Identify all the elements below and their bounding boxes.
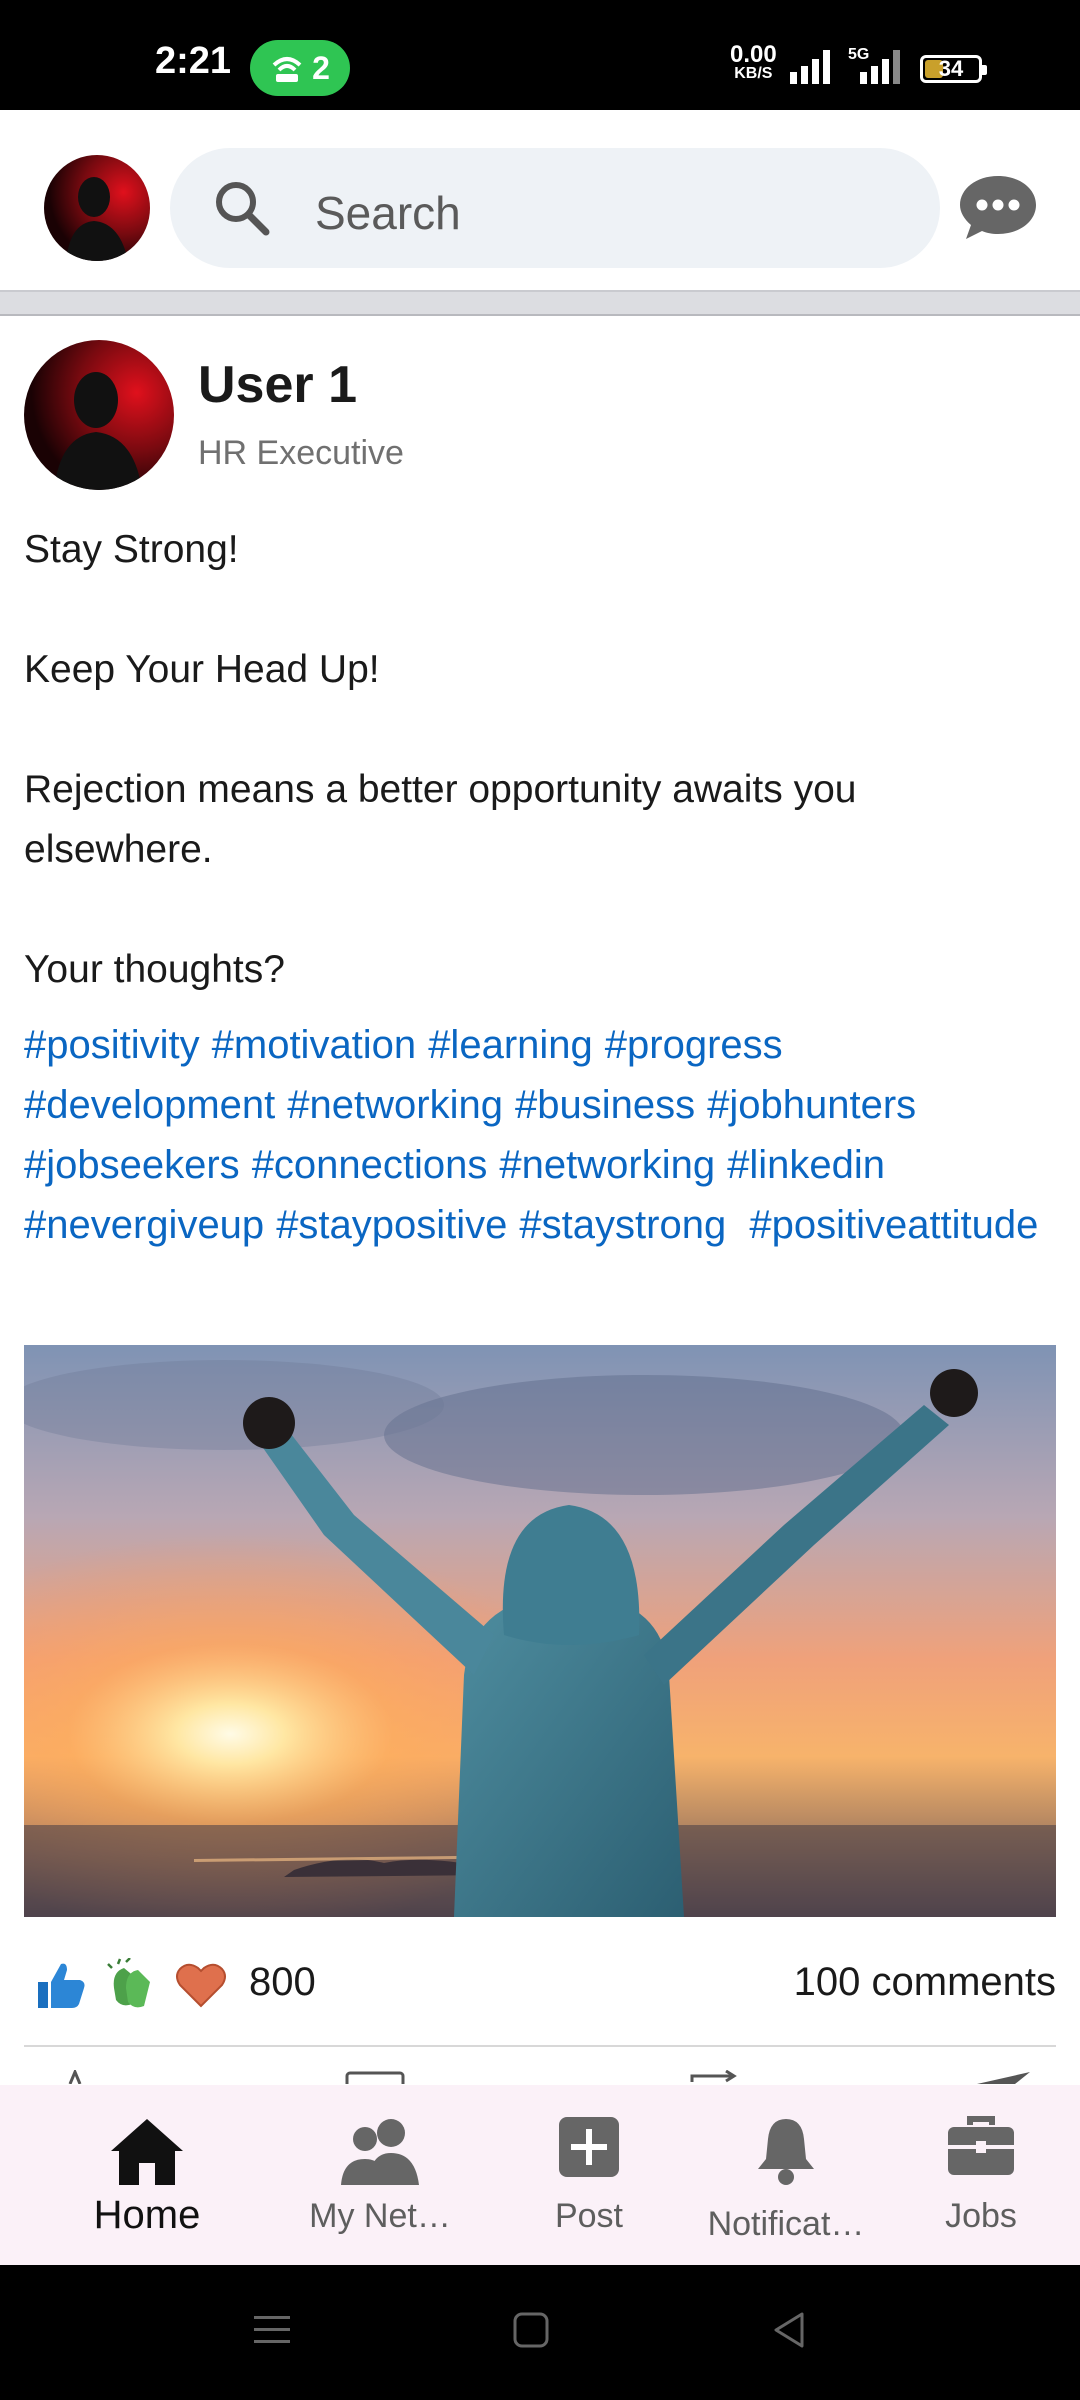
hashtag-link[interactable]: #staypositive [276,1195,507,1255]
post-body: Stay Strong! Keep Your Head Up! Rejectio… [24,520,1054,1000]
reaction-count[interactable]: 800 [249,1960,316,2005]
post-line: Keep Your Head Up! [24,648,380,691]
hashtag-link[interactable]: #development [24,1075,275,1135]
avatar-image [44,155,150,261]
battery-level: 34 [938,56,964,81]
profile-avatar[interactable] [44,155,150,261]
repost-action-icon[interactable] [690,2070,740,2084]
hashtag-link[interactable]: #positiveattitude [749,1195,1038,1255]
nav-label-home: Home [93,2193,201,2237]
post-line: Your thoughts? [24,948,285,991]
nav-jobs[interactable]: Jobs [881,2085,1080,2265]
hashtag-link[interactable]: #progress [605,1015,783,1075]
header-divider [0,290,1080,316]
net-speed: 0.00 KB/S [730,41,777,82]
hashtag-link[interactable]: #positivity [24,1015,200,1075]
post-author-avatar[interactable] [24,340,174,490]
hashtag-link[interactable]: #staystrong [519,1195,726,1255]
signal-icon [790,50,830,84]
reactions-row: 800 100 comments [24,1950,1056,2020]
hashtag-link[interactable]: #learning [428,1015,593,1075]
post-line [24,700,1054,760]
hotspot-count: 2 [312,49,330,86]
nav-home[interactable]: Home [47,2085,247,2265]
bottom-navigation: Home My Net… Post Notificat… Jobs [0,2085,1080,2265]
nav-label-my-network: My Net… [309,2197,451,2235]
net-speed-value: 0.00 [730,41,777,68]
nav-label-jobs: Jobs [945,2197,1017,2235]
post-line: Rejection means a better opportunity awa… [24,768,857,871]
hotspot-indicator[interactable]: 2 [250,40,350,96]
post-actions-divider [24,2045,1056,2047]
top-app-bar: Search [0,110,1080,290]
hashtag-link[interactable]: #connections [252,1135,488,1195]
messaging-icon[interactable] [958,172,1038,242]
hotspot-icon [272,57,302,82]
hashtag-link[interactable]: #business [515,1075,695,1135]
clap-icon[interactable] [104,1958,158,2012]
signal-5g-icon [860,50,900,84]
hashtag-link[interactable]: #networking [499,1135,715,1195]
like-icon[interactable] [34,1958,88,2012]
briefcase-icon [948,2116,1014,2175]
post-author-name[interactable]: User 1 [198,355,357,415]
sunset-photo [24,1345,1056,1917]
post-line: Stay Strong! [24,528,239,571]
like-action-icon[interactable] [60,2070,90,2084]
search-placeholder: Search [315,187,461,239]
add-post-icon [559,2117,619,2177]
post-author-role: HR Executive [198,434,404,472]
heart-icon[interactable] [174,1958,228,2012]
search-input[interactable]: Search [170,148,940,268]
battery-indicator: 34 [920,55,987,83]
post-line [24,580,1054,640]
post-author-avatar-image [24,340,174,490]
hashtag-link[interactable]: #jobseekers [24,1135,240,1195]
hashtag-list: #positivity #motivation #learning #progress… [24,1015,1064,1255]
post-image[interactable] [24,1345,1056,1917]
menu-icon[interactable] [252,2310,292,2350]
comments-count[interactable]: 100 comments [794,1960,1056,2005]
nav-notifications[interactable]: Notificat… [686,2085,886,2265]
hashtag-link[interactable]: #motivation [212,1015,417,1075]
nav-post[interactable]: Post [489,2085,689,2265]
home-square-icon[interactable] [512,2310,550,2350]
nav-my-network[interactable]: My Net… [280,2085,480,2265]
bell-icon [758,2119,814,2185]
send-action-icon[interactable] [975,2070,1035,2084]
nav-label-notifications: Notificat… [707,2205,865,2243]
nav-label-post: Post [554,2197,624,2235]
search-icon [216,182,270,236]
home-icon [111,2119,183,2185]
post-line [24,880,1054,940]
status-time: 2:21 [155,40,232,82]
net-speed-unit: KB/S [734,65,773,82]
status-bar: 2:21 2 0.00 KB/S 5G 34 [0,0,1080,110]
hashtag-link[interactable]: #jobhunters [707,1075,916,1135]
back-icon[interactable] [770,2310,808,2350]
hashtag-link[interactable]: #linkedin [727,1135,885,1195]
system-navigation-bar [0,2265,1080,2400]
comment-action-icon[interactable] [345,2070,405,2084]
network-icon [341,2119,419,2185]
hashtag-link[interactable]: #nevergiveup [24,1195,264,1255]
hashtag-link[interactable]: #networking [287,1075,503,1135]
